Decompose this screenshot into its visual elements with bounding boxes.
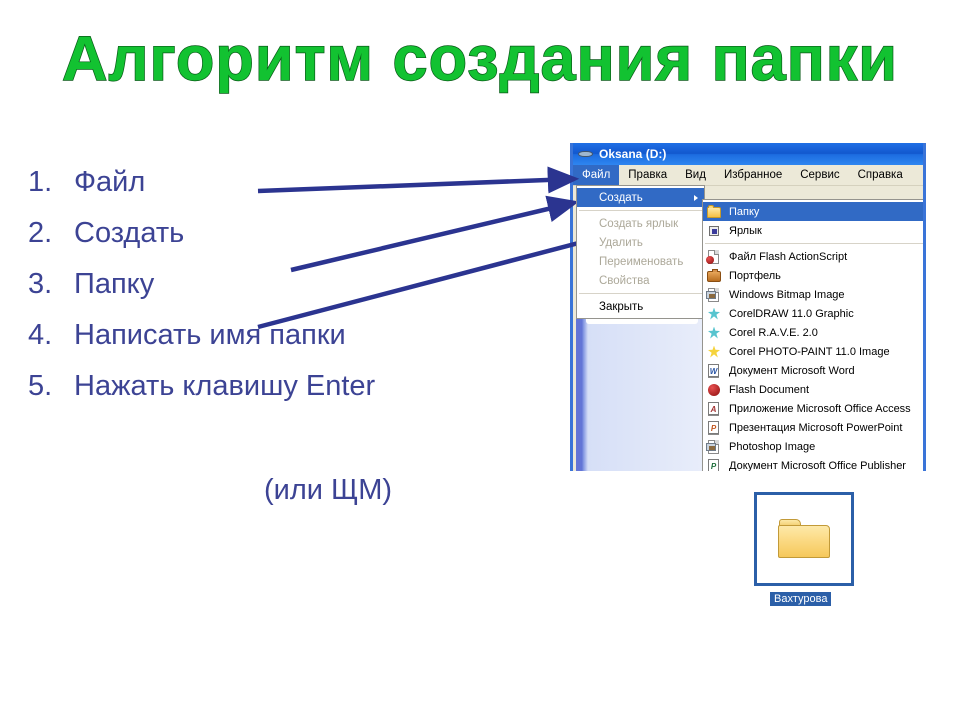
menu-item-5[interactable]: Справка — [849, 165, 912, 185]
new-submenu-item-0[interactable]: Папку — [703, 202, 923, 221]
file-menu-item-label: Закрыть — [599, 300, 644, 313]
file-menu-item-3: Удалить — [577, 233, 704, 252]
file-menu-item-label: Удалить — [599, 236, 643, 249]
step-number: 2. — [28, 217, 53, 249]
new-submenu-item-1[interactable]: Ярлык — [703, 221, 923, 240]
menu-item-2[interactable]: Вид — [676, 165, 715, 185]
new-submenu-item-5[interactable]: Windows Bitmap Image — [703, 285, 923, 304]
menu-item-4[interactable]: Сервис — [791, 165, 848, 185]
steps-tail-line: (или ЩМ) — [263, 474, 393, 506]
step-text: Папку — [74, 268, 155, 300]
folder-icon — [706, 204, 722, 220]
submenu-separator — [705, 243, 923, 244]
new-submenu-item-3[interactable]: Файл Flash ActionScript — [703, 247, 923, 266]
new-submenu-item-label: CorelDRAW 11.0 Graphic — [729, 307, 854, 320]
new-submenu-item-9[interactable]: W Документ Microsoft Word — [703, 361, 923, 380]
new-submenu-item-12[interactable]: P Презентация Microsoft PowerPoint — [703, 418, 923, 437]
menu-item-3[interactable]: Избранное — [715, 165, 791, 185]
new-submenu-item-label: Папку — [729, 205, 760, 218]
new-submenu-item-14[interactable]: P Документ Microsoft Office Publisher — [703, 456, 923, 472]
file-menu-item-5: Свойства — [577, 271, 704, 290]
new-submenu-item-7[interactable]: Corel R.A.V.E. 2.0 — [703, 323, 923, 342]
coreldraw-icon — [706, 306, 722, 322]
step-text: Создать — [74, 217, 185, 249]
desktop-folder-label: Вахтурова — [770, 592, 832, 606]
flash-actionscript-icon — [706, 249, 722, 265]
menu-bar: Файл Правка Вид Избранное Сервис Справка — [573, 165, 923, 186]
new-submenu-item-label: Photoshop Image — [729, 440, 816, 453]
hard-disk-icon — [578, 147, 594, 161]
step-number: 5. — [28, 370, 53, 402]
desktop-folder-icon[interactable] — [754, 492, 854, 586]
new-submenu-item-label: Портфель — [729, 269, 781, 282]
powerpoint-icon: P — [706, 420, 722, 436]
menu-item-1[interactable]: Правка — [619, 165, 676, 185]
step-number: 4. — [28, 319, 53, 351]
new-submenu-item-label: Corel R.A.V.E. 2.0 — [729, 326, 818, 339]
new-submenu-item-label: Документ Microsoft Office Publisher — [729, 459, 906, 472]
step-item: 1. Файл — [28, 168, 558, 197]
step-item: 5. Нажать клавишу Enter — [28, 372, 558, 401]
step-item: 4. Написать имя папки — [28, 321, 558, 350]
photoshop-icon — [706, 439, 722, 455]
menu-item-0[interactable]: Файл — [573, 165, 620, 185]
file-menu-item-0[interactable]: Создать — [577, 188, 704, 207]
folder-icon — [778, 519, 830, 559]
step-number: 1. — [28, 166, 53, 198]
chevron-right-icon — [694, 194, 698, 201]
shortcut-icon — [706, 223, 722, 239]
menu-separator — [579, 293, 702, 294]
steps-list: 1. Файл 2. Создать 3. Папку 4. Написать имя пап… — [28, 168, 558, 423]
step-item: 3. Папку — [28, 270, 558, 299]
access-icon: A — [706, 401, 722, 417]
file-menu-item-label: Создать — [599, 191, 643, 204]
flash-document-icon — [706, 382, 722, 398]
new-submenu-item-label: Приложение Microsoft Office Access — [729, 402, 911, 415]
new-submenu-item-label: Презентация Microsoft PowerPoint — [729, 421, 903, 434]
publisher-icon: P — [706, 458, 722, 471]
new-submenu-item-6[interactable]: CorelDRAW 11.0 Graphic — [703, 304, 923, 323]
menu-separator — [579, 210, 702, 211]
step-text: Нажать клавишу Enter — [74, 370, 376, 402]
bitmap-image-icon — [706, 287, 722, 303]
window-titlebar: Oksana (D:) — [573, 143, 923, 165]
new-submenu-item-label: Документ Microsoft Word — [729, 364, 855, 377]
corel-rave-icon — [706, 325, 722, 341]
new-submenu-item-11[interactable]: A Приложение Microsoft Office Access — [703, 399, 923, 418]
step-item: 2. Создать — [28, 219, 558, 248]
new-submenu-item-10[interactable]: Flash Document — [703, 380, 923, 399]
new-submenu-item-label: Файл Flash ActionScript — [729, 250, 848, 263]
corel-photopaint-icon — [706, 344, 722, 360]
file-menu-dropdown: Создать Создать ярлык Удалить Переименовать… — [576, 185, 705, 319]
word-document-icon: W — [706, 363, 722, 379]
file-menu-item-label: Свойства — [599, 274, 650, 287]
new-submenu-item-label: Corel PHOTO-PAINT 11.0 Image — [729, 345, 890, 358]
file-menu-item-label: Создать ярлык — [599, 217, 679, 230]
explorer-window: Oksana (D:) Файл Правка Вид Избранное Сервис… — [570, 143, 926, 471]
page-title: Алгоритм создания папки — [61, 24, 899, 94]
file-menu-item-7[interactable]: Закрыть — [577, 297, 704, 316]
new-submenu-item-8[interactable]: Corel PHOTO-PAINT 11.0 Image — [703, 342, 923, 361]
file-menu-item-label: Переименовать — [599, 255, 684, 268]
file-menu-item-4: Переименовать — [577, 252, 704, 271]
step-number: 3. — [28, 268, 53, 300]
new-submenu-item-13[interactable]: Photoshop Image — [703, 437, 923, 456]
step-text: Написать имя папки — [74, 319, 346, 351]
new-submenu-item-4[interactable]: Портфель — [703, 266, 923, 285]
new-submenu: Папку Ярлык Файл Flash ActionScript Портфел… — [702, 199, 923, 472]
step-text: Файл — [74, 166, 146, 198]
new-submenu-item-label: Ярлык — [729, 224, 762, 237]
file-menu-item-2: Создать ярлык — [577, 214, 704, 233]
briefcase-icon — [706, 268, 722, 284]
new-submenu-item-label: Flash Document — [729, 383, 810, 396]
new-submenu-item-label: Windows Bitmap Image — [729, 288, 845, 301]
window-title: Oksana (D:) — [599, 147, 667, 161]
